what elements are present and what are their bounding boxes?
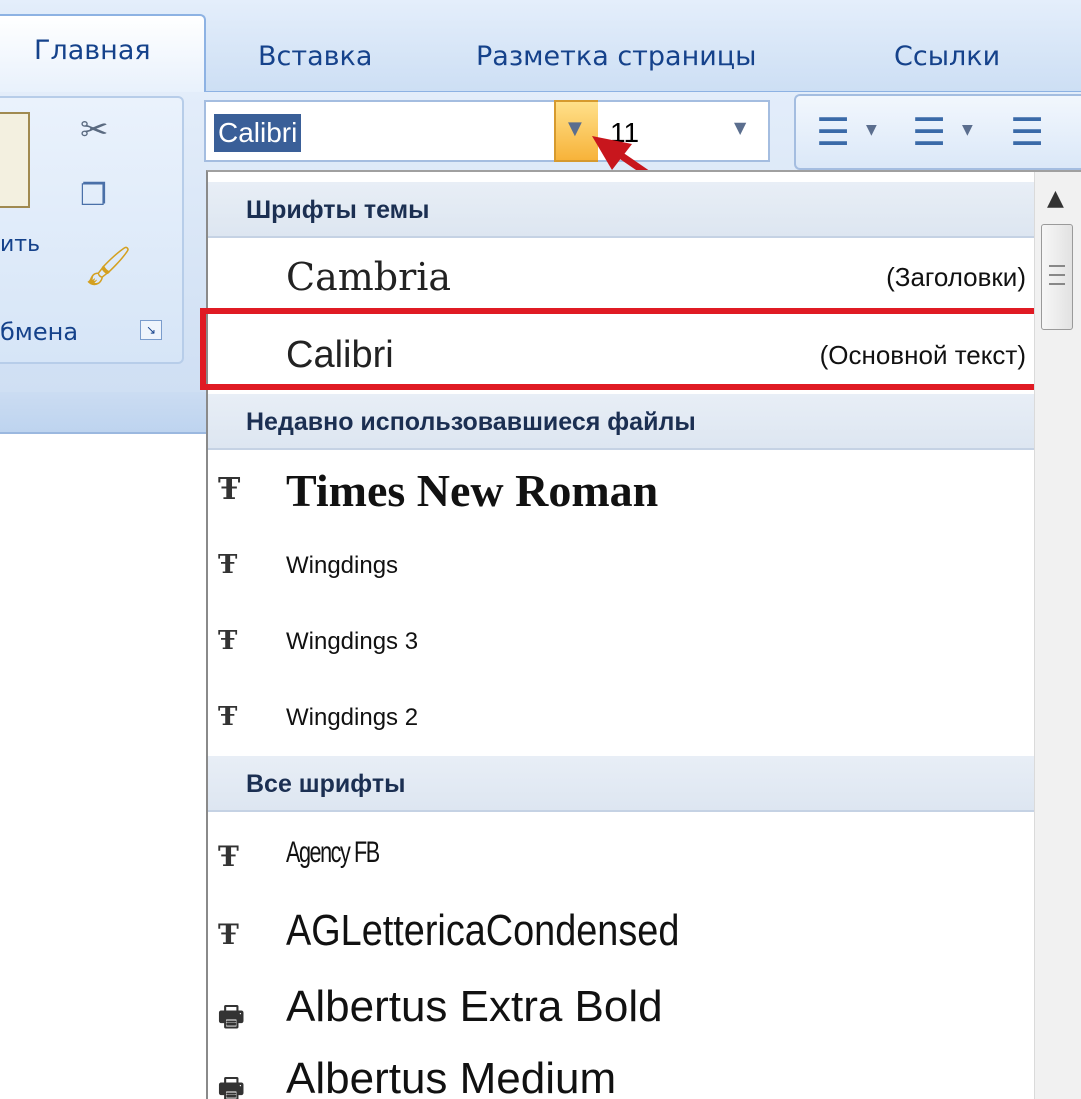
list-item-font[interactable]: Ŧ AGLettericaCondensed <box>208 902 1036 972</box>
font-name-combobox[interactable]: Calibri ▼ <box>204 100 600 162</box>
tab-home[interactable]: Главная <box>0 14 206 93</box>
chevron-down-icon[interactable]: ▼ <box>962 122 973 138</box>
theme-font-role: (Заголовки) <box>886 262 1026 292</box>
chevron-down-icon[interactable]: ▼ <box>866 122 877 138</box>
truetype-icon: Ŧ <box>218 918 239 951</box>
theme-font-name: Calibri <box>286 334 394 376</box>
clipboard-group-label: бмена <box>0 318 79 346</box>
truetype-icon: Ŧ <box>218 702 238 732</box>
section-header-theme-fonts: Шрифты темы <box>208 182 1036 238</box>
font-name-value[interactable]: Calibri <box>214 114 302 152</box>
list-item-font[interactable]: Ŧ Agency FB <box>208 826 1036 892</box>
dialog-launcher-icon[interactable]: ↘ <box>140 320 162 340</box>
ribbon-bottom-edge <box>0 392 210 434</box>
theme-font-role: (Основной текст) <box>819 340 1026 370</box>
list-item-font[interactable]: 🖶 Albertus Extra Bold <box>208 978 1036 1048</box>
paste-label[interactable]: ить <box>0 232 40 257</box>
truetype-icon: Ŧ <box>218 626 238 656</box>
scroll-up-icon[interactable]: ▲ <box>1047 186 1064 211</box>
tab-page-layout[interactable]: Разметка страницы <box>476 34 756 80</box>
chevron-down-icon[interactable]: ▼ <box>734 118 746 137</box>
truetype-icon: Ŧ <box>218 840 239 873</box>
theme-font-body[interactable]: Calibri (Основной текст) <box>208 316 1036 394</box>
bullets-icon[interactable]: ☰ <box>816 110 850 154</box>
numbering-icon[interactable]: ☰ <box>912 110 946 154</box>
printer-font-icon: 🖶 <box>218 1000 245 1033</box>
format-painter-icon[interactable]: 🖌 <box>84 244 132 289</box>
scissors-icon[interactable]: ✂ <box>80 110 109 150</box>
list-item-font[interactable]: Ŧ Wingdings 3 <box>208 612 1036 674</box>
theme-font-name: Cambria <box>286 255 452 299</box>
list-item-font[interactable]: Ŧ Wingdings 2 <box>208 688 1036 750</box>
section-header-all-fonts: Все шрифты <box>208 756 1036 812</box>
grip-icon <box>1049 265 1065 285</box>
list-item-font[interactable]: Ŧ Wingdings <box>208 536 1036 598</box>
theme-font-headings[interactable]: Cambria (Заголовки) <box>208 238 1036 316</box>
scroll-thumb[interactable] <box>1041 224 1073 330</box>
paste-icon[interactable] <box>0 112 30 208</box>
list-item-font[interactable]: Ŧ Times New Roman <box>208 460 1036 526</box>
ribbon-tab-strip: Главная Вставка Разметка страницы Ссылки <box>0 0 1081 93</box>
paragraph-list-group: ☰ ▼ ☰ ▼ ☰ <box>794 94 1081 170</box>
multilevel-list-icon[interactable]: ☰ <box>1010 110 1044 154</box>
truetype-icon: Ŧ <box>218 472 241 507</box>
printer-font-icon: 🖶 <box>218 1072 245 1099</box>
menu-scrollbar[interactable]: ▲ <box>1034 172 1081 1099</box>
truetype-icon: Ŧ <box>218 550 238 580</box>
font-dropdown-menu: Шрифты темы Cambria (Заголовки) Calibri … <box>200 170 1081 1099</box>
section-header-recent-fonts: Недавно использовавшиеся файлы <box>208 394 1036 450</box>
tab-insert[interactable]: Вставка <box>258 34 372 80</box>
tab-references[interactable]: Ссылки <box>894 34 1000 80</box>
list-item-font[interactable]: 🖶 Albertus Medium <box>208 1050 1036 1099</box>
copy-icon[interactable]: ❐ <box>80 178 107 213</box>
